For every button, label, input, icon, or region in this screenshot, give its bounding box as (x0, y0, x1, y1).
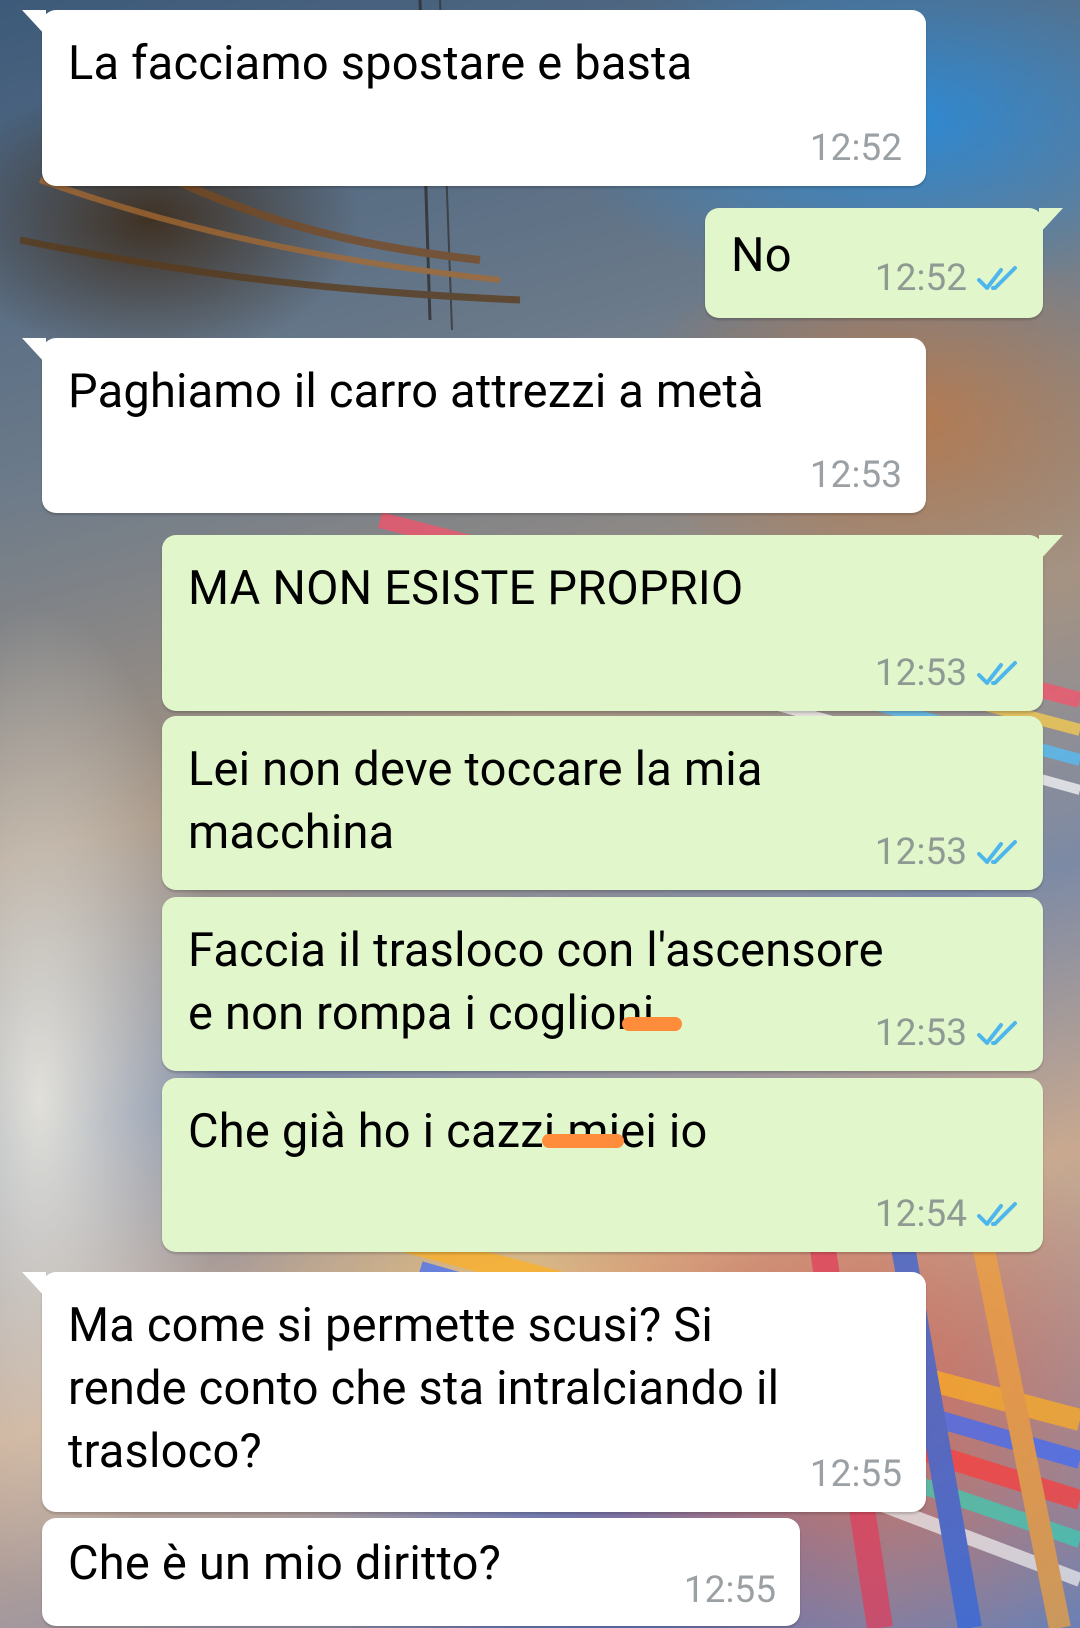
message-bubble-outgoing[interactable]: Che già ho i cazzi miei io 12:54 (162, 1078, 1043, 1252)
message-text: Lei non deve toccare la mia macchina (188, 742, 763, 860)
message-text: MA NON ESISTE PROPRIO (188, 561, 744, 616)
message-meta: 12:53 (875, 652, 1019, 695)
message-bubble-outgoing[interactable]: Lei non deve toccare la mia macchina 12:… (162, 716, 1043, 890)
message-meta: 12:53 (875, 831, 1019, 874)
double-check-icon (977, 1201, 1017, 1226)
message-bubble-incoming[interactable]: Che è un mio diritto? 12:55 (42, 1518, 800, 1626)
message-meta: 12:52 (875, 257, 1019, 300)
message-time: 12:54 (874, 1193, 967, 1236)
message-text: Che già ho i cazzi miei io (188, 1104, 708, 1159)
message-text: Ma come si permette scusi? Si rende cont… (68, 1298, 780, 1479)
message-bubble-outgoing[interactable]: MA NON ESISTE PROPRIO 12:53 (162, 535, 1063, 711)
message-time: 12:52 (874, 257, 967, 300)
bubble-tail (1039, 208, 1063, 234)
censor-mark (542, 1134, 624, 1148)
message-time: 12:53 (874, 1012, 967, 1055)
double-check-icon (977, 1020, 1017, 1045)
message-text: La facciamo spostare e basta (68, 36, 693, 91)
message-bubble-incoming[interactable]: La facciamo spostare e basta 12:52 (22, 10, 926, 186)
message-time: 12:52 (809, 127, 902, 170)
message-time: 12:55 (683, 1569, 776, 1612)
bubble-tail (22, 1272, 46, 1298)
message-time: 12:53 (874, 831, 967, 874)
message-meta: 12:55 (810, 1453, 902, 1496)
message-text: Faccia il trasloco con l'ascensore e non… (188, 923, 884, 1041)
bubble-tail (22, 338, 46, 364)
bubble-tail (22, 10, 46, 36)
message-bubble-outgoing[interactable]: Faccia il trasloco con l'ascensore e non… (162, 897, 1043, 1071)
double-check-icon (977, 265, 1017, 290)
message-text: No (731, 228, 792, 283)
message-meta: 12:53 (810, 454, 902, 497)
censor-mark (622, 1017, 682, 1031)
message-time: 12:55 (809, 1453, 902, 1496)
message-meta: 12:55 (684, 1569, 776, 1612)
message-bubble-incoming[interactable]: Paghiamo il carro attrezzi a metà 12:53 (22, 338, 926, 513)
message-time: 12:53 (809, 454, 902, 497)
message-meta: 12:52 (810, 127, 902, 170)
double-check-icon (977, 839, 1017, 864)
message-bubble-outgoing[interactable]: No 12:52 (705, 208, 1063, 318)
bubble-tail (1039, 535, 1063, 561)
message-bubble-incoming[interactable]: Ma come si permette scusi? Si rende cont… (22, 1272, 926, 1512)
message-meta: 12:54 (875, 1193, 1019, 1236)
message-time: 12:53 (874, 652, 967, 695)
message-text: Paghiamo il carro attrezzi a metà (68, 364, 764, 419)
message-meta: 12:53 (875, 1012, 1019, 1055)
double-check-icon (977, 660, 1017, 685)
message-text: Che è un mio diritto? (68, 1536, 502, 1591)
